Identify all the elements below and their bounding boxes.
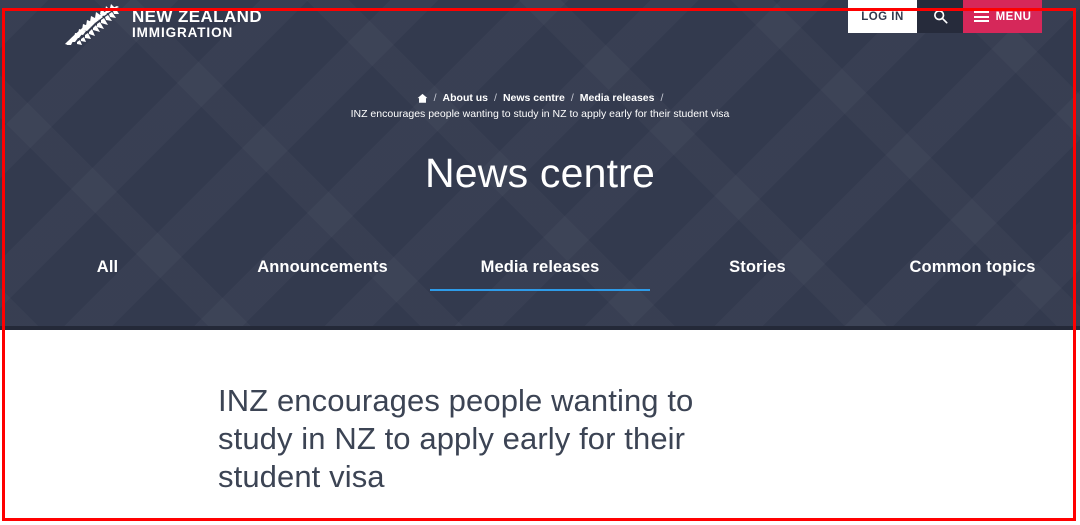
breadcrumb-current-page: INZ encourages people wanting to study i…: [350, 108, 730, 121]
login-button[interactable]: LOG IN: [848, 0, 917, 33]
page-title: News centre: [424, 150, 656, 196]
breadcrumb-separator: /: [433, 92, 437, 104]
article-headline: INZ encourages people wanting to study i…: [218, 383, 694, 494]
breadcrumb-separator: /: [660, 92, 664, 104]
breadcrumb-row: / About us / News centre / Media release…: [0, 92, 1080, 105]
menu-button[interactable]: MENU: [963, 0, 1042, 33]
tab-announcements[interactable]: Announcements: [215, 258, 430, 291]
breadcrumb-item-about-us[interactable]: About us: [443, 92, 489, 105]
brand-logo[interactable]: NEW ZEALAND IMMIGRATION: [55, 2, 262, 46]
tab-common-topics[interactable]: Common topics: [865, 258, 1080, 291]
tab-label: Stories: [729, 258, 786, 276]
main-content: INZ encourages people wanting to study i…: [0, 330, 1080, 525]
utility-navigation: LOG IN MENU: [848, 0, 1042, 33]
breadcrumb-item-media-releases[interactable]: Media releases: [580, 92, 655, 105]
breadcrumb-item-news-centre[interactable]: News centre: [503, 92, 565, 105]
breadcrumb-separator: /: [494, 92, 497, 104]
tab-stories[interactable]: Stories: [650, 258, 865, 291]
home-icon[interactable]: [417, 93, 428, 104]
tab-underline-active: [430, 289, 650, 291]
tab-label: All: [96, 258, 119, 276]
tab-label: Common topics: [909, 258, 1036, 276]
search-button[interactable]: [917, 0, 963, 33]
tab-all[interactable]: All: [0, 258, 215, 291]
site-header-hero: NEW ZEALAND IMMIGRATION LOG IN MENU / Ab…: [0, 0, 1080, 330]
menu-button-label: MENU: [995, 10, 1032, 23]
silver-fern-icon: [65, 4, 119, 45]
breadcrumb-separator: /: [570, 92, 574, 104]
brand-line-1: NEW ZEALAND: [132, 7, 262, 27]
tab-label: Announcements: [257, 258, 388, 276]
tab-media-releases[interactable]: Media releases: [430, 258, 650, 291]
tab-label: Media releases: [480, 258, 600, 276]
breadcrumb: / About us / News centre / Media release…: [0, 92, 1080, 122]
category-tab-nav: All Announcements Media releases Stories…: [0, 258, 1080, 291]
brand-name: NEW ZEALAND IMMIGRATION: [132, 8, 262, 40]
hamburger-icon: [973, 11, 989, 22]
search-icon: [933, 10, 948, 24]
brand-line-2: IMMIGRATION: [132, 24, 234, 40]
